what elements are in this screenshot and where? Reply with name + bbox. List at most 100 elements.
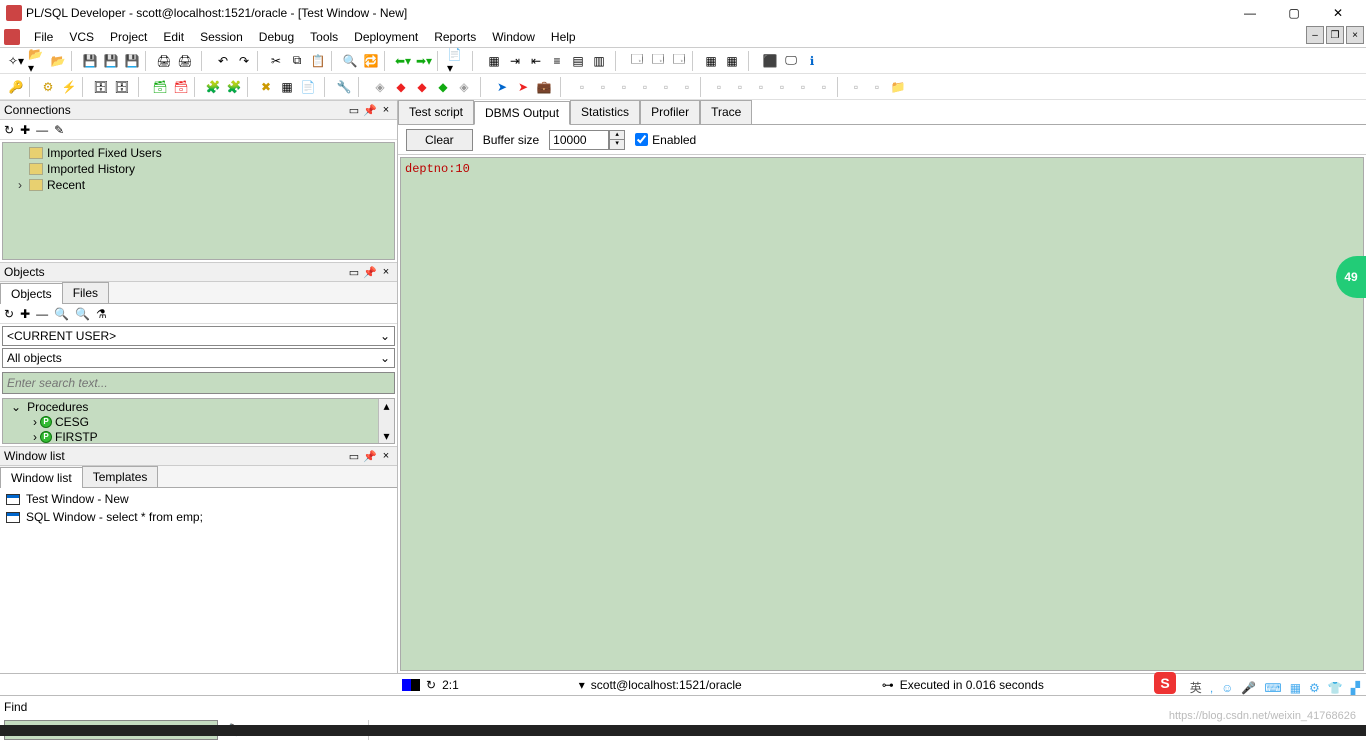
tray-kb-icon[interactable]: ⌨: [1264, 681, 1281, 695]
t10-icon[interactable]: ▫: [772, 77, 792, 97]
enabled-checkbox[interactable]: [635, 133, 648, 146]
undo-icon[interactable]: ↶: [213, 51, 233, 71]
menu-file[interactable]: File: [26, 28, 61, 46]
menu-tools[interactable]: Tools: [302, 28, 346, 46]
plan-icon[interactable]: 🧩: [203, 77, 223, 97]
tree-root[interactable]: ⌄Procedures: [3, 399, 394, 414]
tab-files[interactable]: Files: [62, 282, 109, 303]
menu-window[interactable]: Window: [484, 28, 543, 46]
gear-icon[interactable]: ⚙: [38, 77, 58, 97]
mdi-minimize-button[interactable]: –: [1306, 26, 1324, 44]
tree-item[interactable]: Imported History: [5, 161, 392, 177]
print-icon[interactable]: 🖨: [154, 51, 174, 71]
tray-i2-icon[interactable]: ☺: [1221, 681, 1233, 695]
tray-lang[interactable]: 英: [1190, 679, 1202, 696]
outdent-icon[interactable]: ⇤: [526, 51, 546, 71]
new-icon[interactable]: ✧▾: [6, 51, 26, 71]
monitor-icon[interactable]: 🖵: [781, 51, 801, 71]
search-input[interactable]: [2, 372, 395, 394]
tray-grid2-icon[interactable]: ▞: [1351, 681, 1360, 695]
filter-combo[interactable]: All objects⌄: [2, 348, 395, 368]
open-icon[interactable]: 📂▾: [27, 51, 47, 71]
tab-trace[interactable]: Trace: [700, 100, 752, 124]
table-icon[interactable]: ▦: [277, 77, 297, 97]
scroll-up-icon[interactable]: ▴: [383, 399, 389, 413]
dropdown-icon[interactable]: ▾: [579, 678, 585, 692]
copy-icon[interactable]: ⧉: [287, 51, 307, 71]
data-icon[interactable]: 🗔: [648, 51, 668, 71]
back-icon[interactable]: ⬅▾: [393, 51, 413, 71]
t4-icon[interactable]: ▫: [635, 77, 655, 97]
dbg2-icon[interactable]: ◆: [391, 77, 411, 97]
grid2-icon[interactable]: ▦: [722, 51, 742, 71]
query-icon[interactable]: 🗔: [627, 51, 647, 71]
panel-close-icon[interactable]: ×: [379, 449, 393, 463]
report-icon[interactable]: 🗔: [669, 51, 689, 71]
tree-item[interactable]: Imported Fixed Users: [5, 145, 392, 161]
comment-icon[interactable]: ▤: [568, 51, 588, 71]
proc-item[interactable]: ›PFIRSTP: [3, 429, 394, 444]
db2-icon[interactable]: 🗄: [112, 77, 132, 97]
open2-icon[interactable]: 📂: [48, 51, 68, 71]
menu-deployment[interactable]: Deployment: [346, 28, 426, 46]
t3-icon[interactable]: ▫: [614, 77, 634, 97]
doc-icon[interactable]: 📄▾: [446, 51, 466, 71]
tab-profiler[interactable]: Profiler: [640, 100, 700, 124]
menu-help[interactable]: Help: [543, 28, 584, 46]
tab-testscript[interactable]: Test script: [398, 100, 474, 124]
obj-refresh-icon[interactable]: ↻: [4, 307, 14, 321]
wrench-icon[interactable]: 🔧: [334, 77, 354, 97]
t14-icon[interactable]: ▫: [867, 77, 887, 97]
tab-statistics[interactable]: Statistics: [570, 100, 640, 124]
panel-pin-icon[interactable]: 📌: [363, 265, 377, 279]
t11-icon[interactable]: ▫: [793, 77, 813, 97]
commit-icon[interactable]: 🗃: [150, 77, 170, 97]
tray-mic-icon[interactable]: 🎤: [1241, 681, 1256, 695]
spin-up-icon[interactable]: ▴: [610, 131, 624, 140]
dbms-output[interactable]: deptno:10: [400, 157, 1364, 671]
saveall-icon[interactable]: 💾: [101, 51, 121, 71]
rollback-icon[interactable]: 🗃: [171, 77, 191, 97]
obj-find-icon[interactable]: 🔍: [54, 307, 69, 321]
form-icon[interactable]: ▦: [484, 51, 504, 71]
panel-dock-icon[interactable]: ▭: [347, 103, 361, 117]
spin-down-icon[interactable]: ▾: [610, 140, 624, 149]
menu-project[interactable]: Project: [102, 28, 155, 46]
windowlist-item[interactable]: Test Window - New: [2, 490, 395, 508]
uncomment-icon[interactable]: ▥: [589, 51, 609, 71]
menu-edit[interactable]: Edit: [155, 28, 192, 46]
tray-shirt-icon[interactable]: 👕: [1328, 681, 1343, 695]
tab-templates[interactable]: Templates: [82, 466, 159, 487]
fwd-icon[interactable]: ➡▾: [414, 51, 434, 71]
obj-find2-icon[interactable]: 🔍: [75, 307, 90, 321]
trace-icon[interactable]: 🧩: [224, 77, 244, 97]
sheet-icon[interactable]: 📄: [298, 77, 318, 97]
tree-item[interactable]: ›Recent: [5, 177, 392, 193]
grid-icon[interactable]: ▦: [701, 51, 721, 71]
refresh2-icon[interactable]: ↻: [426, 678, 436, 692]
t1-icon[interactable]: ▫: [572, 77, 592, 97]
tray-grid-icon[interactable]: ▦: [1290, 681, 1301, 695]
obj-filter-icon[interactable]: ⚗: [96, 307, 107, 321]
t13-icon[interactable]: ▫: [846, 77, 866, 97]
obj-add-icon[interactable]: ✚: [20, 307, 30, 321]
t5-icon[interactable]: ▫: [656, 77, 676, 97]
minimize-button[interactable]: —: [1228, 0, 1272, 26]
tray-gear-icon[interactable]: ⚙: [1309, 681, 1320, 695]
cut-icon[interactable]: ✂: [266, 51, 286, 71]
mdi-close-button[interactable]: ×: [1346, 26, 1364, 44]
panel-pin-icon[interactable]: 📌: [363, 103, 377, 117]
menu-reports[interactable]: Reports: [426, 28, 484, 46]
close-button[interactable]: ✕: [1316, 0, 1360, 26]
run2-icon[interactable]: ➤: [513, 77, 533, 97]
tab-objects[interactable]: Objects: [0, 283, 63, 304]
db-icon[interactable]: 🗄: [91, 77, 111, 97]
proc-item[interactable]: ›PCESG: [3, 414, 394, 429]
tab-windowlist[interactable]: Window list: [0, 467, 83, 488]
panel-close-icon[interactable]: ×: [379, 265, 393, 279]
maximize-button[interactable]: ▢: [1272, 0, 1316, 26]
find-icon[interactable]: 🔍: [340, 51, 360, 71]
print2-icon[interactable]: 🖨: [175, 51, 195, 71]
info-icon[interactable]: ℹ: [802, 51, 822, 71]
panel-dock-icon[interactable]: ▭: [347, 265, 361, 279]
